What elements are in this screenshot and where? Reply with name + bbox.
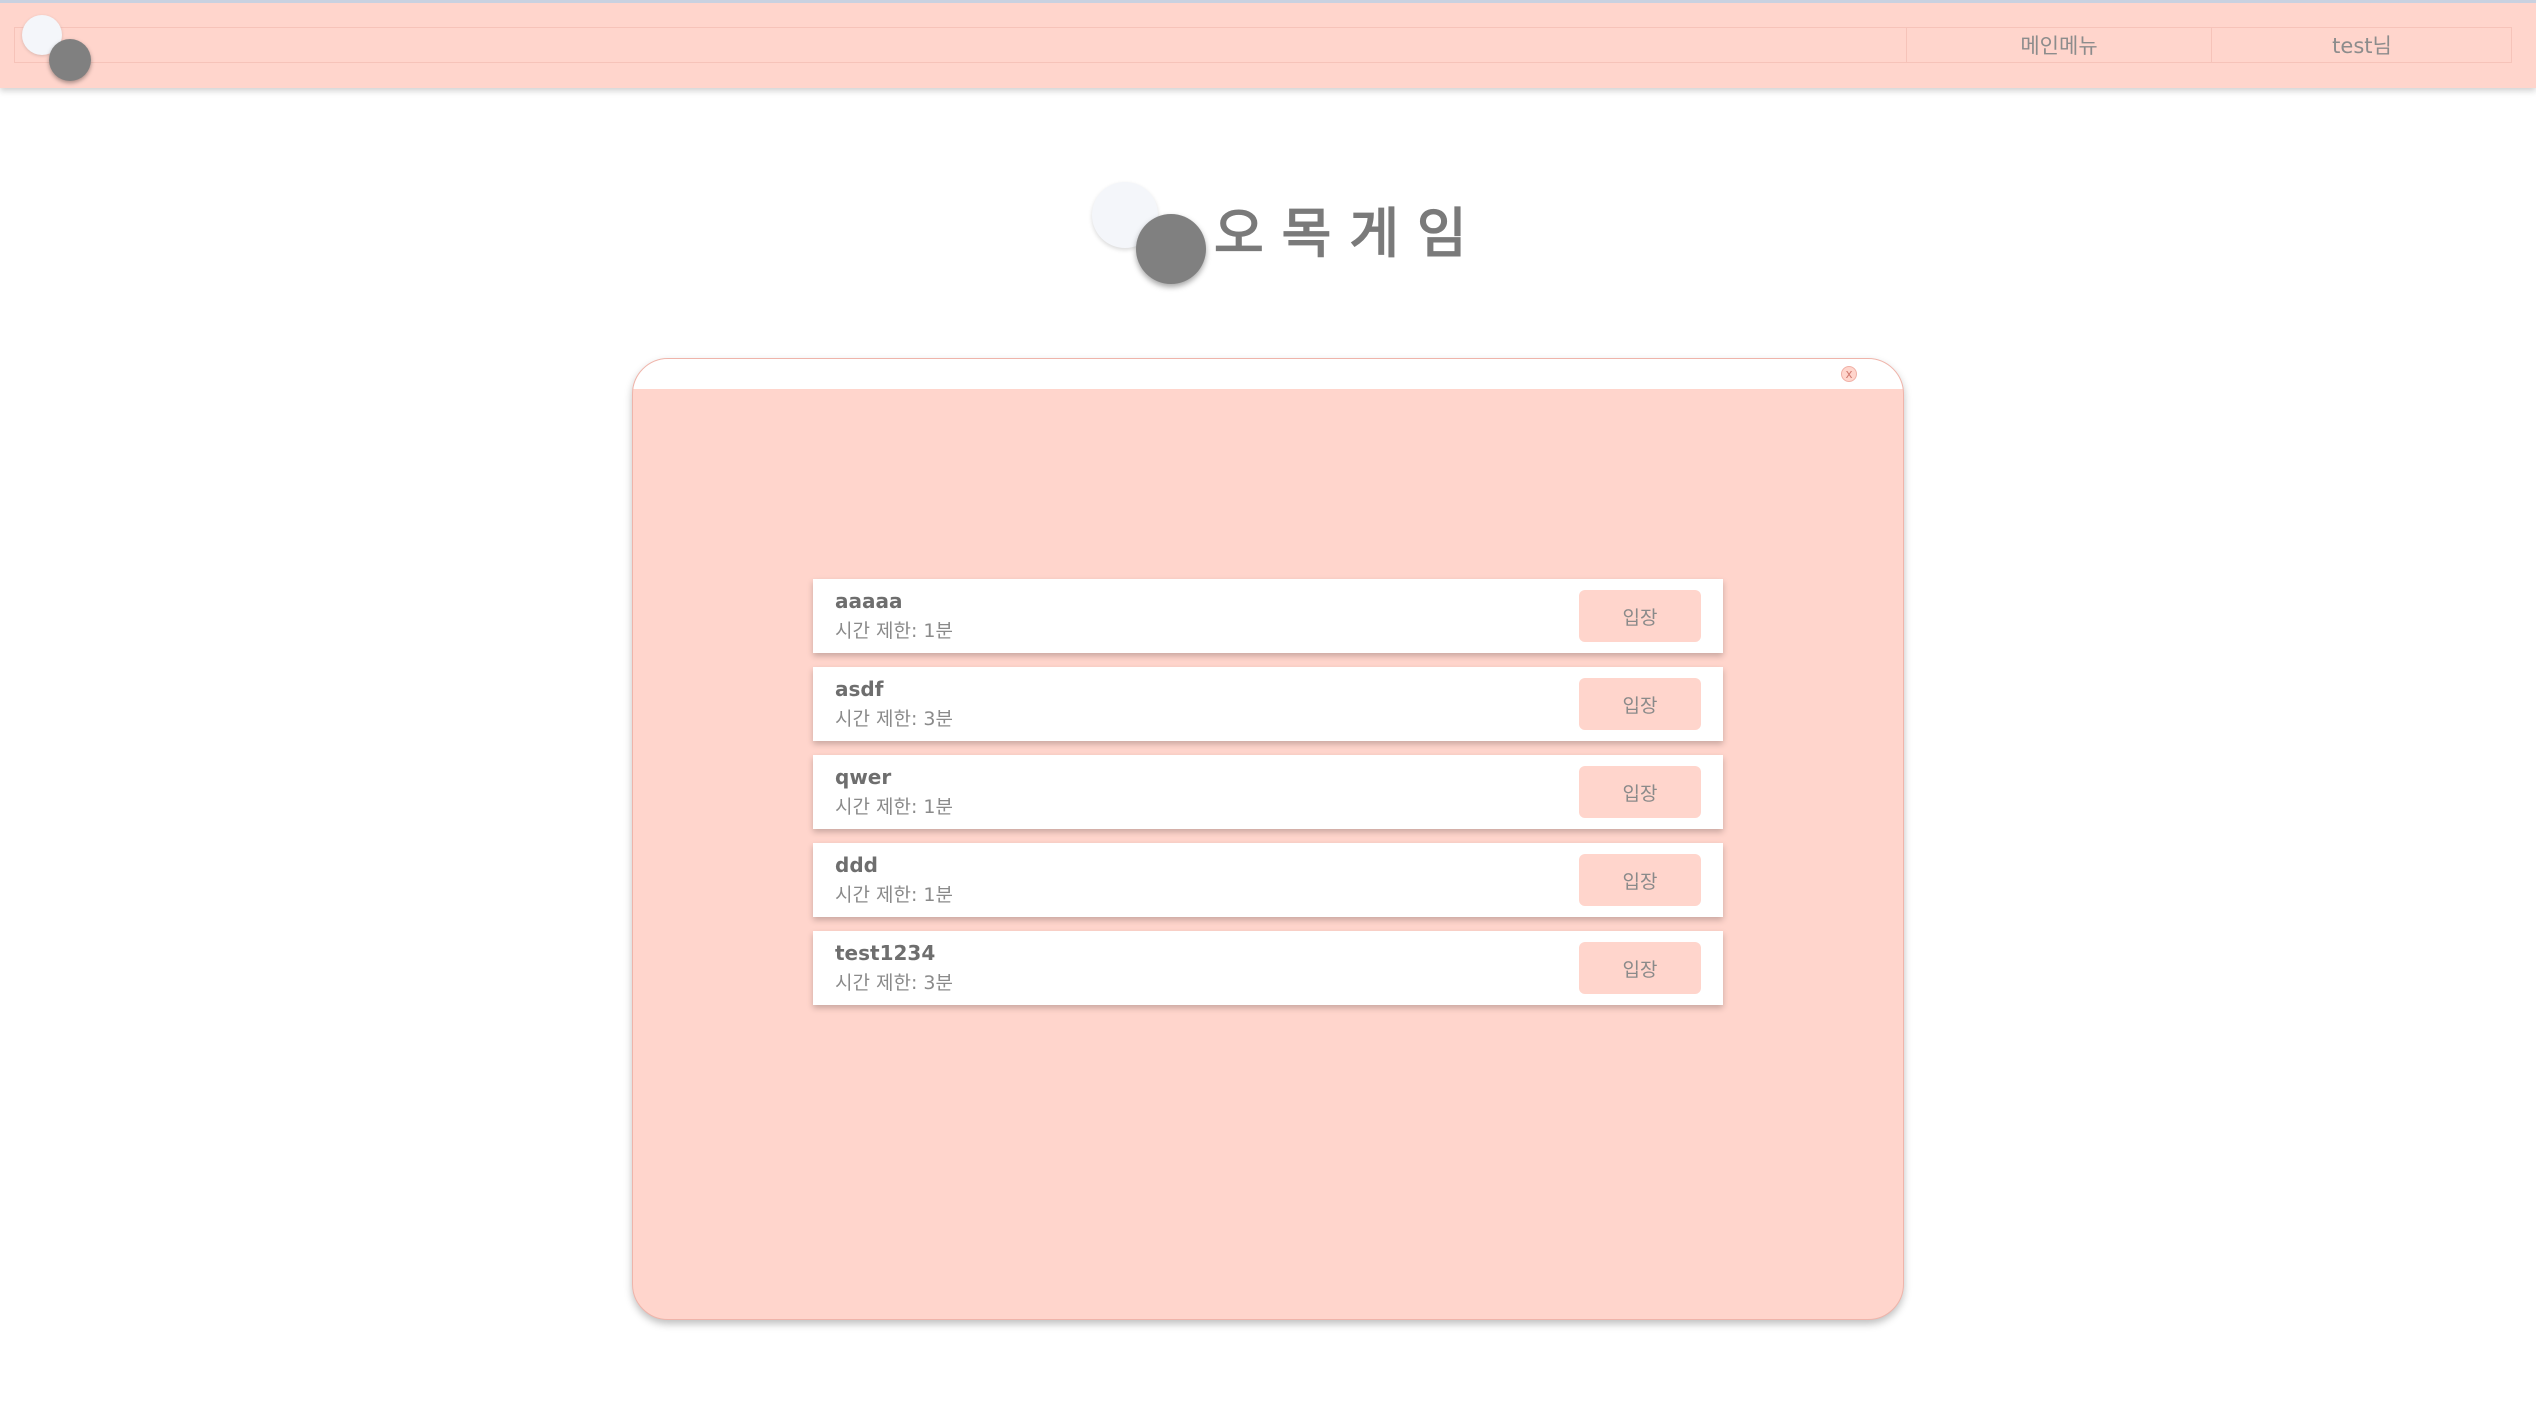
nav-user[interactable]: test님 (2211, 27, 2512, 63)
room-name: qwer (835, 765, 892, 789)
nav-main-menu-label: 메인메뉴 (2020, 34, 2098, 58)
top-navbar: 메인메뉴 test님 (0, 0, 2536, 88)
nav-main-menu[interactable]: 메인메뉴 (1906, 27, 2211, 63)
room-item: qwer 시간 제한: 1분 입장 (813, 755, 1723, 829)
room-time-limit: 시간 제한: 3분 (835, 708, 953, 730)
enter-room-button[interactable]: 입장 (1579, 678, 1701, 730)
page-title: 오목게임 (1214, 202, 1485, 265)
enter-room-button[interactable]: 입장 (1579, 942, 1701, 994)
close-button[interactable]: x (1841, 366, 1857, 382)
room-time-limit: 시간 제한: 1분 (835, 884, 953, 906)
title-black-stone-icon (1136, 214, 1206, 284)
room-name: asdf (835, 677, 884, 701)
modal-header: x (633, 359, 1903, 389)
enter-room-button[interactable]: 입장 (1579, 766, 1701, 818)
nav-user-label: test님 (2332, 34, 2392, 58)
logo-black-stone-icon[interactable] (49, 39, 91, 81)
room-list: aaaaa 시간 제한: 1분 입장 asdf 시간 제한: 3분 입장 qwe… (813, 579, 1723, 1019)
room-time-limit: 시간 제한: 1분 (835, 796, 953, 818)
room-item: ddd 시간 제한: 1분 입장 (813, 843, 1723, 917)
enter-room-button[interactable]: 입장 (1579, 854, 1701, 906)
enter-room-button[interactable]: 입장 (1579, 590, 1701, 642)
room-item: test1234 시간 제한: 3분 입장 (813, 931, 1723, 1005)
room-list-modal: x aaaaa 시간 제한: 1분 입장 asdf 시간 제한: 3분 입장 q… (632, 358, 1904, 1320)
room-time-limit: 시간 제한: 3분 (835, 972, 953, 994)
room-name: test1234 (835, 941, 936, 965)
room-time-limit: 시간 제한: 1분 (835, 620, 953, 642)
room-name: ddd (835, 853, 878, 877)
room-name: aaaaa (835, 589, 903, 613)
room-item: asdf 시간 제한: 3분 입장 (813, 667, 1723, 741)
room-item: aaaaa 시간 제한: 1분 입장 (813, 579, 1723, 653)
